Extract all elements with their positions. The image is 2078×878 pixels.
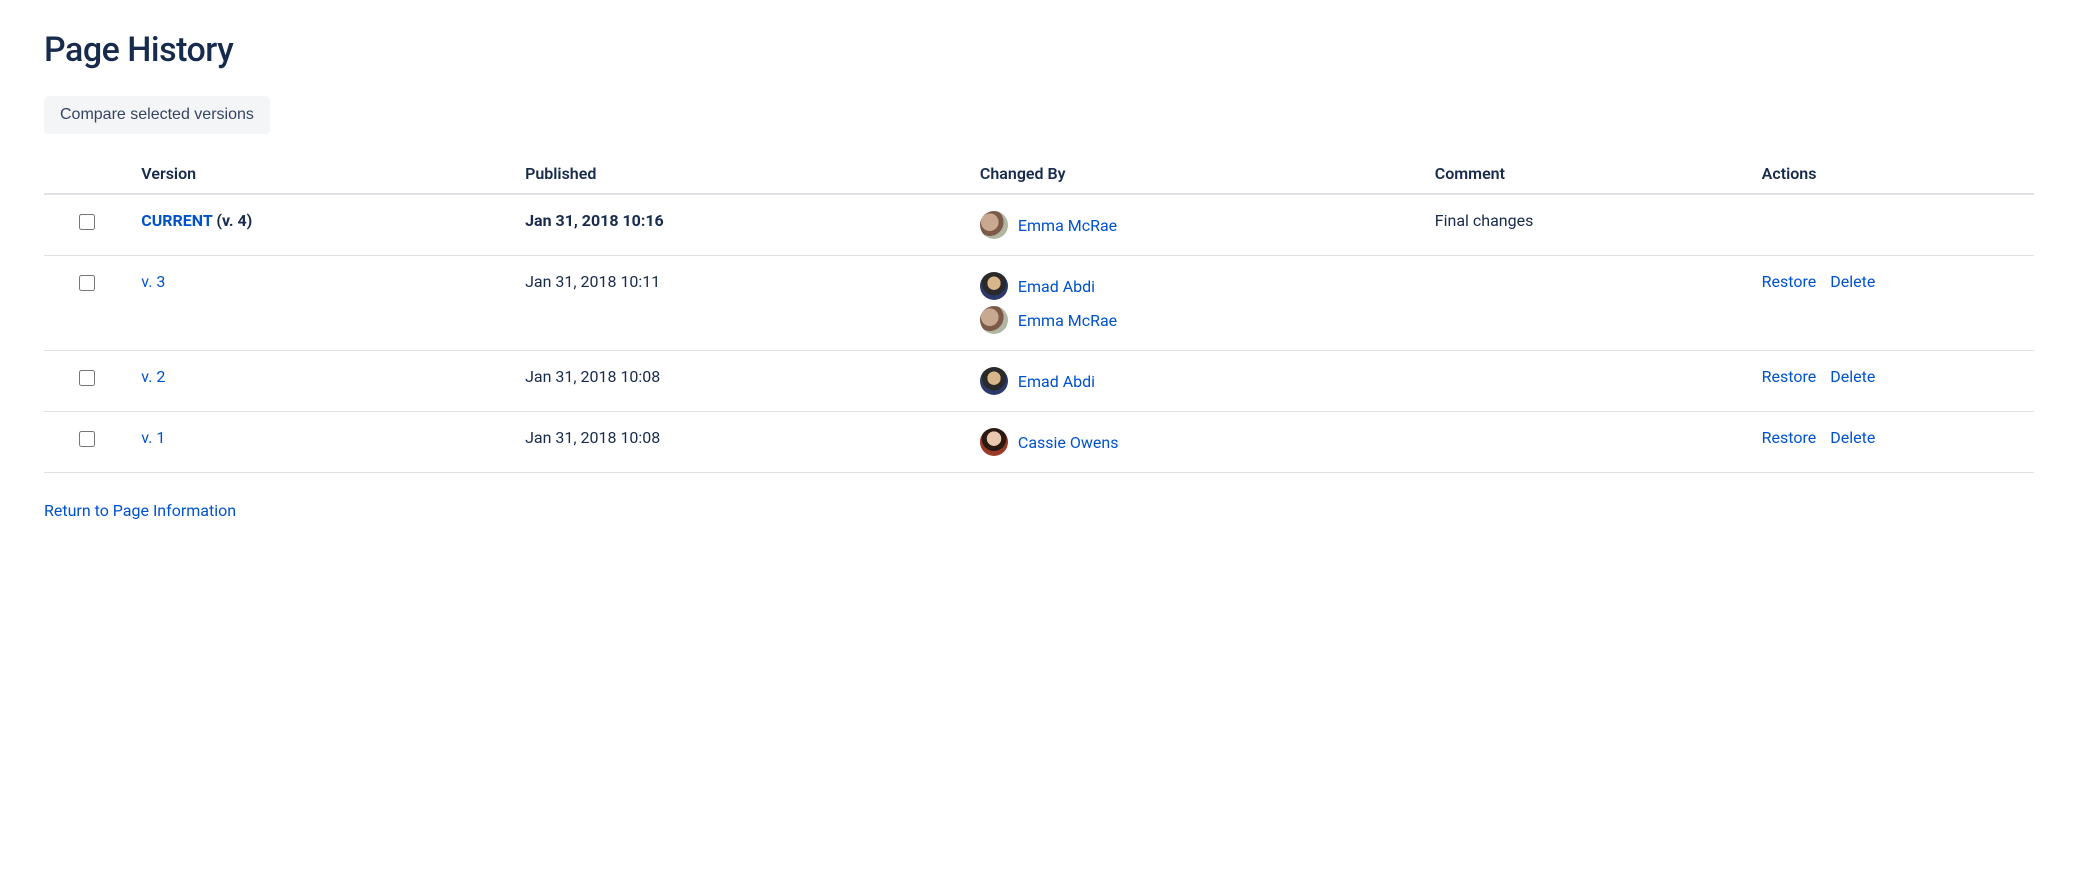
version-link[interactable]: v. 1: [141, 428, 165, 447]
restore-link[interactable]: Restore: [1762, 367, 1817, 386]
restore-link[interactable]: Restore: [1762, 428, 1817, 447]
version-number: (v. 4): [216, 211, 252, 230]
col-header-changed-by: Changed By: [968, 154, 1423, 194]
avatar: [980, 367, 1008, 395]
user-block: Emad Abdi: [980, 272, 1411, 300]
avatar: [980, 211, 1008, 239]
compare-selected-button[interactable]: Compare selected versions: [44, 96, 270, 134]
row-checkbox[interactable]: [79, 214, 95, 230]
user-link[interactable]: Emad Abdi: [1018, 277, 1095, 296]
col-header-checkbox: [44, 154, 129, 194]
published-date: Jan 31, 2018 10:16: [513, 194, 968, 256]
return-to-page-info-link[interactable]: Return to Page Information: [44, 501, 236, 520]
user-block: Emad Abdi: [980, 367, 1411, 395]
comment-text: [1423, 256, 1750, 351]
user-link[interactable]: Cassie Owens: [1018, 433, 1119, 452]
comment-text: Final changes: [1423, 194, 1750, 256]
row-checkbox[interactable]: [79, 275, 95, 291]
user-block: Cassie Owens: [980, 428, 1411, 456]
user-link[interactable]: Emma McRae: [1018, 311, 1117, 330]
table-row: CURRENT (v. 4) Jan 31, 2018 10:16 Emma McR…: [44, 194, 2034, 256]
user-link[interactable]: Emma McRae: [1018, 216, 1117, 235]
published-date: Jan 31, 2018 10:11: [513, 256, 968, 351]
version-link[interactable]: v. 2: [141, 367, 165, 386]
delete-link[interactable]: Delete: [1830, 272, 1875, 291]
delete-link[interactable]: Delete: [1830, 428, 1875, 447]
table-row: v. 3 Jan 31, 2018 10:11 Emad Abdi Emma McRa…: [44, 256, 2034, 351]
published-date: Jan 31, 2018 10:08: [513, 351, 968, 412]
page-title: Page History: [44, 30, 2034, 70]
avatar: [980, 428, 1008, 456]
col-header-comment: Comment: [1423, 154, 1750, 194]
user-link[interactable]: Emad Abdi: [1018, 372, 1095, 391]
col-header-actions: Actions: [1750, 154, 2034, 194]
current-version-label: CURRENT: [141, 211, 212, 230]
restore-link[interactable]: Restore: [1762, 272, 1817, 291]
version-link[interactable]: v. 3: [141, 272, 165, 291]
table-row: v. 1 Jan 31, 2018 10:08 Cassie Owens Restor…: [44, 412, 2034, 473]
col-header-published: Published: [513, 154, 968, 194]
published-date: Jan 31, 2018 10:08: [513, 412, 968, 473]
user-block: Emma McRae: [980, 211, 1411, 239]
comment-text: [1423, 351, 1750, 412]
user-block: Emma McRae: [980, 306, 1411, 334]
comment-text: [1423, 412, 1750, 473]
row-checkbox[interactable]: [79, 431, 95, 447]
table-row: v. 2 Jan 31, 2018 10:08 Emad Abdi Restore De…: [44, 351, 2034, 412]
avatar: [980, 272, 1008, 300]
avatar: [980, 306, 1008, 334]
col-header-version: Version: [129, 154, 513, 194]
history-table: Version Published Changed By Comment Act…: [44, 154, 2034, 473]
delete-link[interactable]: Delete: [1830, 367, 1875, 386]
row-checkbox[interactable]: [79, 370, 95, 386]
